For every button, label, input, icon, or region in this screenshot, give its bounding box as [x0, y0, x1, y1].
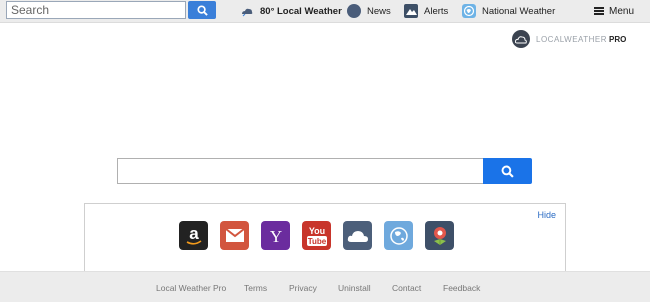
main-search-input[interactable]: [117, 158, 483, 184]
menu-label: Menu: [608, 5, 634, 17]
hamburger-menu-icon: [593, 7, 604, 15]
toolbar-search-button[interactable]: [188, 1, 216, 19]
footer-link-terms[interactable]: Terms: [244, 283, 267, 293]
amazon-icon: a: [186, 225, 201, 245]
search-icon: [196, 4, 208, 16]
youtube-icon: You Tube: [306, 226, 327, 246]
top-toolbar: 80° Local Weather News Alerts National W…: [0, 0, 650, 23]
footer-link-privacy[interactable]: Privacy: [289, 283, 317, 293]
toolbar-alerts-label: Alerts: [424, 5, 449, 17]
toolbar-national-weather-label: National Weather: [482, 5, 556, 17]
svg-text:a: a: [189, 225, 199, 243]
svg-text:Tube: Tube: [307, 237, 326, 246]
globe-icon: [389, 226, 408, 245]
footer-link-uninstall[interactable]: Uninstall: [338, 283, 371, 293]
footer-link-contact[interactable]: Contact: [392, 283, 421, 293]
gmail-shortcut[interactable]: [220, 221, 249, 250]
alerts-icon: [404, 4, 418, 18]
footer-link-local-weather-pro[interactable]: Local Weather Pro: [156, 283, 226, 293]
globe-shortcut[interactable]: [384, 221, 413, 250]
weather-shortcut[interactable]: [343, 221, 372, 250]
shortcuts-panel: Hide a Y You Tube: [84, 203, 566, 271]
yahoo-icon: Y: [269, 227, 281, 246]
hide-link[interactable]: Hide: [537, 210, 556, 220]
menu-button[interactable]: Menu: [593, 3, 634, 19]
globe-icon: [462, 4, 476, 18]
toolbar-national-weather-link[interactable]: National Weather: [462, 3, 555, 19]
main-search-button[interactable]: [483, 158, 532, 184]
brand-name: LOCALWEATHER: [536, 34, 608, 44]
svg-text:You: You: [308, 226, 324, 236]
cloud-logo-icon: [512, 30, 530, 48]
toolbar-alerts-link[interactable]: Alerts: [404, 3, 448, 19]
map-pin-icon: [433, 226, 446, 245]
brand-pro: PRO: [609, 34, 627, 44]
amazon-shortcut[interactable]: a: [179, 221, 208, 250]
youtube-shortcut[interactable]: You Tube: [302, 221, 331, 250]
search-icon: [501, 165, 514, 178]
maps-shortcut[interactable]: [425, 221, 454, 250]
yahoo-shortcut[interactable]: Y: [261, 221, 290, 250]
toolbar-weather-link[interactable]: 80° Local Weather: [240, 3, 342, 19]
toolbar-search-input[interactable]: [6, 1, 186, 19]
brand-logo: LOCALWEATHER PRO: [512, 30, 626, 48]
news-icon: [347, 4, 361, 18]
svg-text:Y: Y: [269, 227, 281, 246]
toolbar-news-label: News: [367, 5, 391, 17]
mail-icon: [224, 228, 245, 242]
cloud-icon: [347, 230, 368, 242]
weather-cloud-icon: [242, 8, 253, 17]
toolbar-weather-label: 80° Local Weather: [260, 5, 342, 17]
footer: Local Weather Pro Terms Privacy Uninstal…: [0, 271, 650, 302]
toolbar-news-link[interactable]: News: [347, 3, 391, 19]
footer-link-feedback[interactable]: Feedback: [443, 283, 480, 293]
